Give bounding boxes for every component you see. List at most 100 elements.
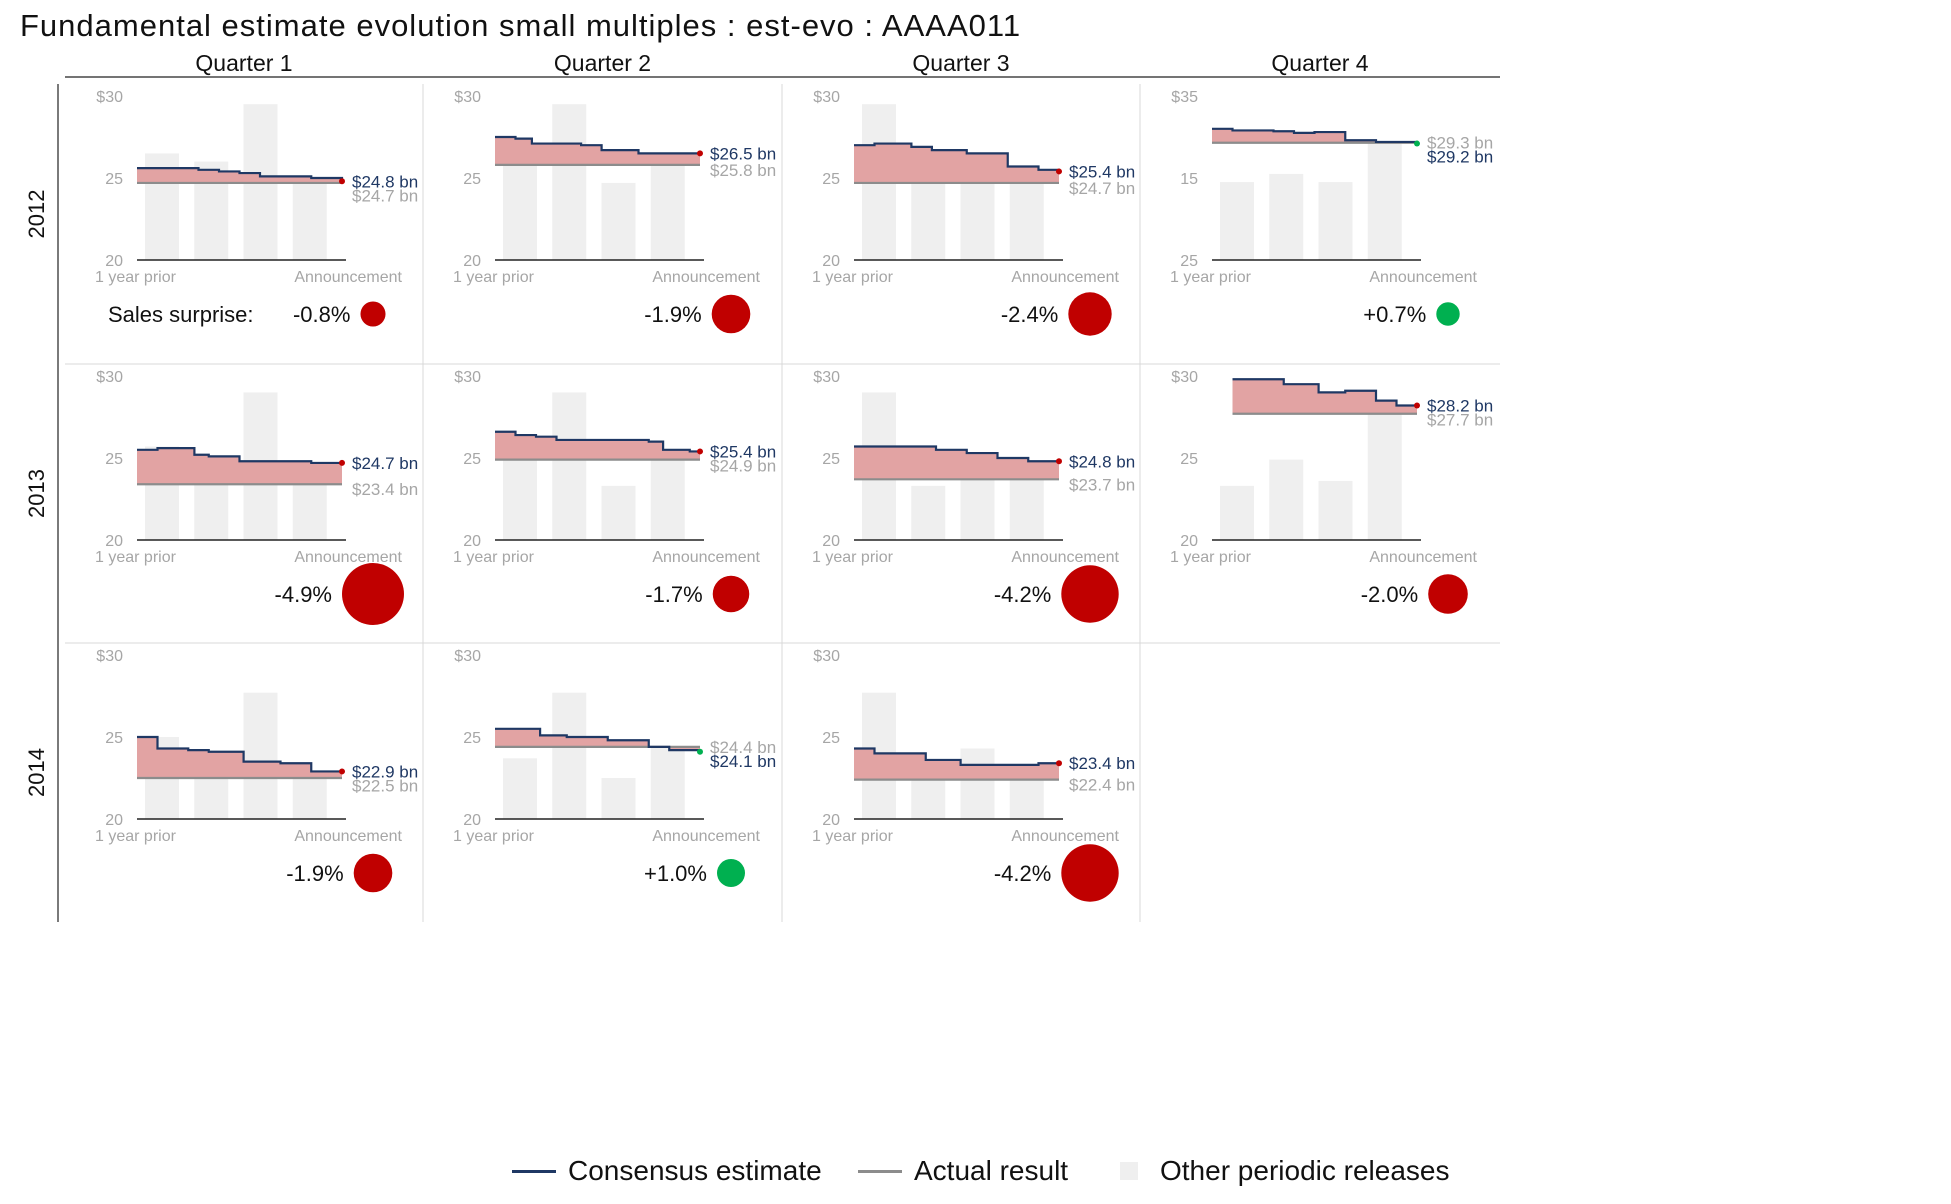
panel-2014-q3-end-dot: [1056, 760, 1062, 767]
panel-2013-q2-surprise-value: -1.7%: [645, 582, 702, 607]
legend-item-actual: Actual result: [858, 1155, 1068, 1187]
panel-2012-q2-xlabel-start: 1 year prior: [453, 269, 535, 286]
panel-2013-q4-release-bar: [1220, 485, 1254, 540]
panel-2012-q4-ytick: $35: [1171, 89, 1198, 106]
panel-2012-q3-release-bar: [1009, 182, 1044, 260]
panel-2012-q3-ytick: $30: [813, 89, 840, 106]
panel-2013-q3-actual-value: $23.7 bn: [1069, 475, 1135, 494]
panel-2013-q1-xlabel-end: Announcement: [294, 549, 402, 566]
panel-2013-q4-release-bar: [1367, 413, 1402, 540]
panel-2013-q1-surprise-value: -4.9%: [275, 582, 332, 607]
panel-2012-q3-xlabel-start: 1 year prior: [812, 269, 894, 286]
panel-2014-q1-release-bar: [292, 778, 327, 819]
legend-label-actual: Actual result: [914, 1155, 1069, 1186]
panel-2014-q1-release-bar: [243, 692, 278, 819]
panel-2013-q3-ytick: $30: [813, 369, 840, 386]
row-label-2012: 2012: [24, 190, 49, 239]
panel-2012-q4-surprise-value: +0.7%: [1363, 302, 1426, 327]
panel-2012-q3-ytick: 20: [822, 253, 840, 270]
panel-2012-q3-release-bar: [960, 182, 995, 260]
panel-2013-q4-ytick: 20: [1180, 533, 1198, 550]
panel-2013-q2-ytick: 25: [463, 451, 481, 468]
panel-2012-q3-surprise-bubble: [1068, 292, 1112, 336]
panel-2013-q3-xlabel-start: 1 year prior: [812, 549, 894, 566]
panel-2013-q2-release-bar: [503, 459, 537, 540]
panel-2013-q4-surprise-value: -2.0%: [1361, 582, 1418, 607]
panel-2014-q2-release-bar: [601, 778, 636, 819]
panel-2013-q3-surprise-value: -4.2%: [994, 582, 1051, 607]
legend-swatch-consensus: [512, 1169, 556, 1173]
panel-2012-q1-release-bar: [292, 182, 327, 260]
panel-2012-q2-ytick: $30: [454, 89, 481, 106]
column-header-2: Quarter 2: [554, 50, 651, 76]
panel-2014-q3-xlabel-end: Announcement: [1011, 828, 1119, 845]
panel-2012-q1-ytick: 20: [105, 253, 123, 270]
panel-2013-q2-release-bar: [650, 459, 685, 540]
panel-2013-q4-surprise-bubble: [1428, 574, 1468, 614]
legend-swatch-other: [1120, 1162, 1138, 1180]
panel-2013-q3-release-bar: [1009, 479, 1044, 540]
panel-2013-q1-ytick: 25: [105, 451, 123, 468]
panel-2013-q1-xlabel-start: 1 year prior: [95, 549, 177, 566]
panel-2013-q2-actual-value: $24.9 bn: [710, 456, 776, 475]
panel-2012-q3-xlabel-end: Announcement: [1011, 269, 1119, 286]
panel-2012-q4-ytick: 15: [1180, 171, 1198, 188]
panel-2013-q4-actual-value: $27.7 bn: [1427, 411, 1493, 430]
panel-2012-q2-end-dot: [697, 150, 703, 157]
panel-2013-q4-gap-area: [1232, 379, 1417, 414]
panel-2014-q3-xlabel-start: 1 year prior: [812, 828, 894, 845]
row-label-2013: 2013: [24, 469, 49, 518]
panel-2012-q2-gap-area: [495, 137, 700, 165]
panel-2013-q4-release-bar: [1269, 459, 1304, 540]
panel-2012-q4-actual-value: $29.3 bn: [1427, 134, 1493, 153]
row-label-2014: 2014: [24, 748, 49, 797]
panel-2012-q3-release-bar: [911, 182, 946, 260]
panel-2012-q2-release-bar: [552, 104, 587, 260]
panel-2013-q2-end-dot: [697, 448, 703, 455]
panel-2014-q1-xlabel-start: 1 year prior: [95, 828, 177, 845]
panel-2012-q1-surprise-value: -0.8%: [293, 302, 350, 327]
panel-2014-q2-surprise-bubble: [716, 858, 746, 888]
panel-2012-q2-surprise-bubble: [711, 294, 751, 334]
panel-2013-q3-consensus-value: $24.8 bn: [1069, 452, 1135, 471]
panel-2014-q2-release-bar: [650, 746, 685, 819]
legend-label-other: Other periodic releases: [1160, 1155, 1450, 1186]
panel-2013-q3-gap-area: [854, 446, 1059, 480]
panel-2014-q2-ytick: $30: [454, 648, 481, 665]
panel-2014-q2-release-bar: [552, 692, 587, 819]
panel-2013-q3-surprise-bubble: [1061, 565, 1119, 623]
panel-2014-q1-ytick: 25: [105, 730, 123, 747]
panel-2012-q3-ytick: 25: [822, 171, 840, 188]
panel-2014-q1-surprise-value: -1.9%: [286, 861, 343, 886]
panel-2013-q3-release-bar: [911, 485, 946, 540]
panel-2013-q4-ytick: $30: [1171, 369, 1198, 386]
panel-2014-q3-surprise-bubble: [1061, 844, 1119, 902]
panel-2013-q1-consensus-value: $24.7 bn: [352, 454, 418, 473]
panel-2013-q4-release-bar: [1318, 480, 1353, 540]
legend-label-consensus: Consensus estimate: [568, 1155, 822, 1186]
panel-2013-q1-gap-area: [137, 448, 342, 485]
panel-2012-q2-release-bar: [601, 182, 636, 260]
panel-2014-q3-actual-value: $22.4 bn: [1069, 776, 1135, 795]
panel-2013-q1-release-bar: [292, 484, 327, 540]
panel-2014-q3-release-bar: [911, 779, 946, 819]
panel-2012-q1-xlabel-start: 1 year prior: [95, 269, 177, 286]
panel-2012-q4-surprise-bubble: [1436, 302, 1460, 326]
panel-2014-q1-end-dot: [339, 768, 345, 775]
panel-2013-q1-ytick: $30: [96, 369, 123, 386]
panel-2013-q4-xlabel-end: Announcement: [1369, 549, 1477, 566]
panel-2014-q2-ytick: 25: [463, 730, 481, 747]
legend: Consensus estimate Actual result Other p…: [0, 1155, 1951, 1195]
panel-2012-q3-surprise-value: -2.4%: [1001, 302, 1058, 327]
panel-2012-q2-xlabel-end: Announcement: [652, 269, 760, 286]
panel-2014-q3-ytick: 20: [822, 812, 840, 829]
panel-2014-q2-xlabel-start: 1 year prior: [453, 828, 535, 845]
panel-2013-q3-ytick: 20: [822, 533, 840, 550]
column-header-3: Quarter 3: [912, 50, 1009, 76]
panel-2014-q3-ytick: 25: [822, 730, 840, 747]
panel-2014-q2-surprise-value: +1.0%: [644, 861, 707, 886]
panel-2012-q3-end-dot: [1056, 168, 1062, 175]
panel-2012-q4-ytick: 25: [1180, 253, 1198, 270]
panel-2013-q2-release-bar: [601, 485, 636, 540]
panel-2012-q2-actual-value: $25.8 bn: [710, 161, 776, 180]
